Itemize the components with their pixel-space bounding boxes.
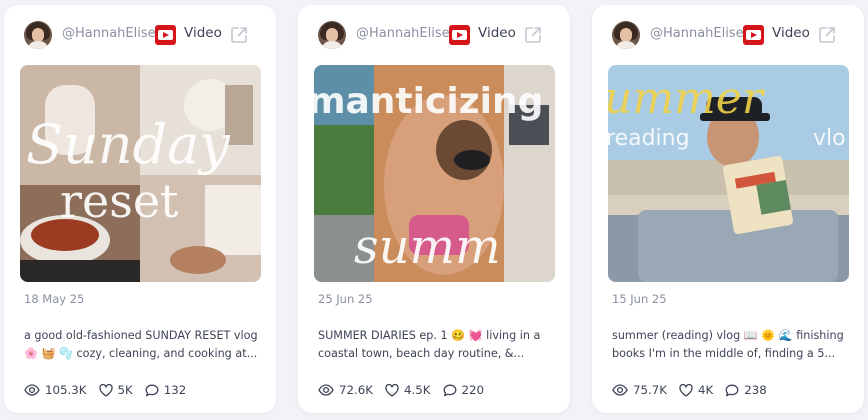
external-link-icon[interactable] xyxy=(229,25,249,45)
youtube-icon xyxy=(155,25,176,45)
post-stats: 75.7K 4K 238 xyxy=(612,381,779,399)
avatar[interactable] xyxy=(612,21,640,49)
youtube-icon xyxy=(743,25,764,45)
heart-icon xyxy=(679,383,693,397)
post-stats: 72.6K 4.5K 220 xyxy=(318,381,496,399)
post-type-label: Video xyxy=(478,25,516,41)
post-card[interactable]: @HannahElise Video manticizing summ 25 J… xyxy=(298,5,570,413)
thumbnail-title-script: ummer xyxy=(608,73,766,124)
post-description: SUMMER DIARIES ep. 1 🥴 💓 living in a coa… xyxy=(318,329,541,360)
thumbnail-subtitle-left: reading xyxy=(608,126,690,151)
views-stat: 72.6K xyxy=(318,383,373,397)
avatar[interactable] xyxy=(24,21,52,49)
video-thumbnail[interactable]: manticizing summ xyxy=(314,65,555,282)
post-card[interactable]: @HannahElise Video Sunday reset 18 May 2… xyxy=(4,5,276,413)
thumbnail-title-top: manticizing xyxy=(314,81,543,122)
eye-icon xyxy=(612,384,628,396)
views-stat: 75.7K xyxy=(612,383,667,397)
comments-stat: 132 xyxy=(145,383,187,397)
external-link-icon[interactable] xyxy=(523,25,543,45)
youtube-icon xyxy=(449,25,470,45)
post-date: 25 Jun 25 xyxy=(318,292,373,306)
comments-stat: 220 xyxy=(443,383,485,397)
views-count: 105.3K xyxy=(45,383,87,397)
post-stats: 105.3K 5K 132 xyxy=(24,381,198,399)
eye-icon xyxy=(24,384,40,396)
thumbnail-title-serif: reset xyxy=(60,174,179,228)
comments-count: 220 xyxy=(461,383,485,397)
card-header: @HannahElise Video xyxy=(592,20,864,50)
thumbnail-title-script: summ xyxy=(354,219,501,275)
post-description: a good old-fashioned SUNDAY RESET vlog 🌸… xyxy=(24,329,258,360)
likes-count: 4.5K xyxy=(404,383,431,397)
external-link-icon[interactable] xyxy=(817,25,837,45)
post-card[interactable]: @HannahElise Video ummer reading vlo 15 … xyxy=(592,5,864,413)
likes-stat: 5K xyxy=(98,383,133,397)
comments-count: 238 xyxy=(744,383,767,397)
heart-icon xyxy=(98,383,113,397)
comments-count: 132 xyxy=(163,383,187,397)
likes-stat: 4K xyxy=(679,383,713,397)
author-handle[interactable]: @HannahElise xyxy=(650,26,744,41)
avatar[interactable] xyxy=(318,21,346,49)
thumbnail-title-script: Sunday xyxy=(26,113,231,176)
views-count: 75.7K xyxy=(633,383,668,397)
author-handle[interactable]: @HannahElise xyxy=(356,26,450,41)
post-date: 15 Jun 25 xyxy=(612,292,667,306)
post-type-label: Video xyxy=(184,25,222,41)
views-stat: 105.3K xyxy=(24,383,87,397)
comment-icon xyxy=(443,384,456,396)
post-description: summer (reading) vlog 📖 🌞 🌊 finishing bo… xyxy=(612,329,844,360)
card-header: @HannahElise Video xyxy=(298,20,570,50)
eye-icon xyxy=(318,384,334,396)
post-date: 18 May 25 xyxy=(24,292,85,306)
video-thumbnail[interactable]: ummer reading vlo xyxy=(608,65,849,282)
card-header: @HannahElise Video xyxy=(4,20,276,50)
likes-stat: 4.5K xyxy=(385,383,431,397)
comment-icon xyxy=(725,384,739,396)
comments-stat: 238 xyxy=(725,383,767,397)
likes-count: 4K xyxy=(698,383,714,397)
thumbnail-subtitle-right: vlo xyxy=(813,126,846,151)
views-count: 72.6K xyxy=(339,383,374,397)
video-thumbnail[interactable]: Sunday reset xyxy=(20,65,261,282)
post-type-label: Video xyxy=(772,25,810,41)
heart-icon xyxy=(385,383,399,397)
comment-icon xyxy=(145,384,159,396)
author-handle[interactable]: @HannahElise xyxy=(62,26,156,41)
likes-count: 5K xyxy=(117,383,133,397)
